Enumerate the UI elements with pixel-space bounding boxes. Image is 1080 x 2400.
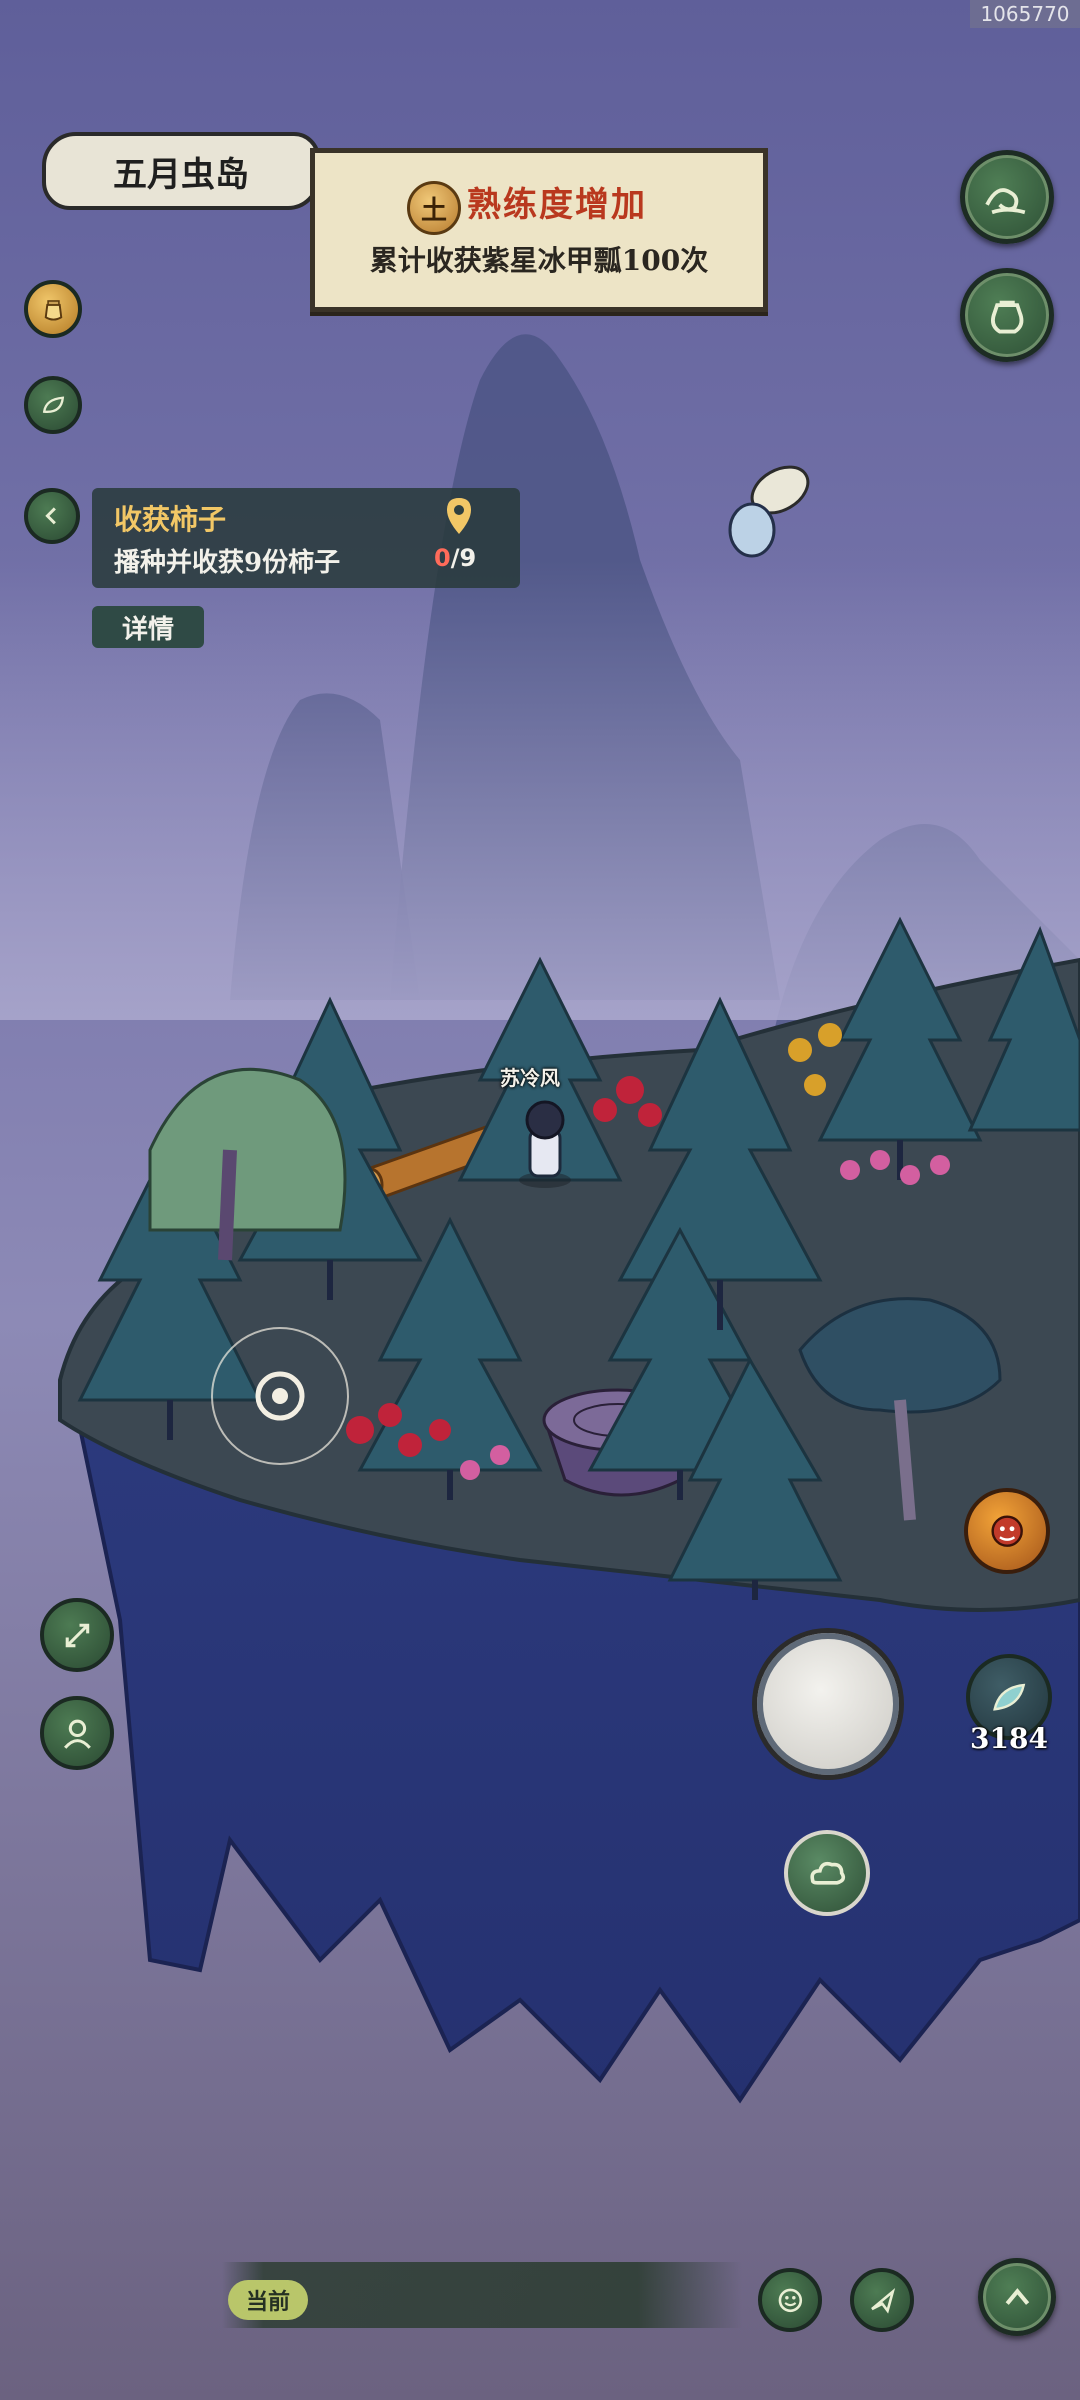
resource-count: 3184 xyxy=(970,1722,1048,1755)
brush-send-icon xyxy=(870,2287,895,2314)
cloud-skill-button[interactable] xyxy=(784,1830,870,1916)
character-button[interactable] xyxy=(40,1696,114,1770)
wave-icon xyxy=(985,188,1026,214)
honey-jar-button[interactable] xyxy=(24,280,82,338)
location-pin-icon[interactable] xyxy=(444,496,474,536)
map-title: 五月虫岛 xyxy=(42,132,320,210)
player-name: 苏冷风 xyxy=(500,1066,560,1090)
pot-button[interactable] xyxy=(960,268,1054,362)
chevron-left-icon xyxy=(45,507,57,525)
expand-view-button[interactable] xyxy=(40,1598,114,1672)
emoji-button[interactable] xyxy=(758,2268,822,2332)
current-channel-label[interactable]: 当前 xyxy=(228,2280,308,2320)
proficiency-notice: 土 熟练度增加 累计收获紫星冰甲瓢100次 xyxy=(310,148,768,312)
lion-head-icon xyxy=(991,1515,1023,1547)
smiley-icon xyxy=(778,2288,802,2312)
wave-button[interactable] xyxy=(960,150,1054,244)
element-badge: 土 xyxy=(407,181,461,235)
leaf-button[interactable] xyxy=(24,376,82,434)
quest-description: 播种并收获9份柿子 xyxy=(114,548,341,578)
quest-title: 收获柿子 xyxy=(114,503,227,536)
send-button[interactable] xyxy=(850,2268,914,2332)
quest-panel[interactable]: 收获柿子 播种并收获9份柿子 0/9 xyxy=(92,488,520,588)
quest-progress: 0/9 xyxy=(434,544,477,572)
expand-up-button[interactable] xyxy=(978,2258,1056,2336)
leaf-icon xyxy=(42,395,64,413)
expand-arrows-icon xyxy=(65,1623,89,1647)
honey-jar-icon xyxy=(44,299,62,321)
character-icon xyxy=(63,1719,91,1749)
notice-title: 熟练度增加 xyxy=(467,185,647,225)
cloud-swirl-icon xyxy=(810,1861,845,1885)
quest-detail-button[interactable]: 详情 xyxy=(92,606,204,648)
chevron-up-icon xyxy=(1005,2287,1029,2305)
pot-icon xyxy=(990,300,1024,334)
lion-dance-button[interactable] xyxy=(964,1488,1050,1574)
leaf-feather-icon xyxy=(992,1683,1026,1711)
notice-subtitle: 累计收获紫星冰甲瓢100次 xyxy=(369,244,709,277)
game-scene xyxy=(0,0,1080,2400)
action-joystick-button[interactable] xyxy=(752,1628,904,1780)
quest-collapse-button[interactable] xyxy=(24,488,80,544)
id-watermark: 1065770 xyxy=(970,0,1080,28)
